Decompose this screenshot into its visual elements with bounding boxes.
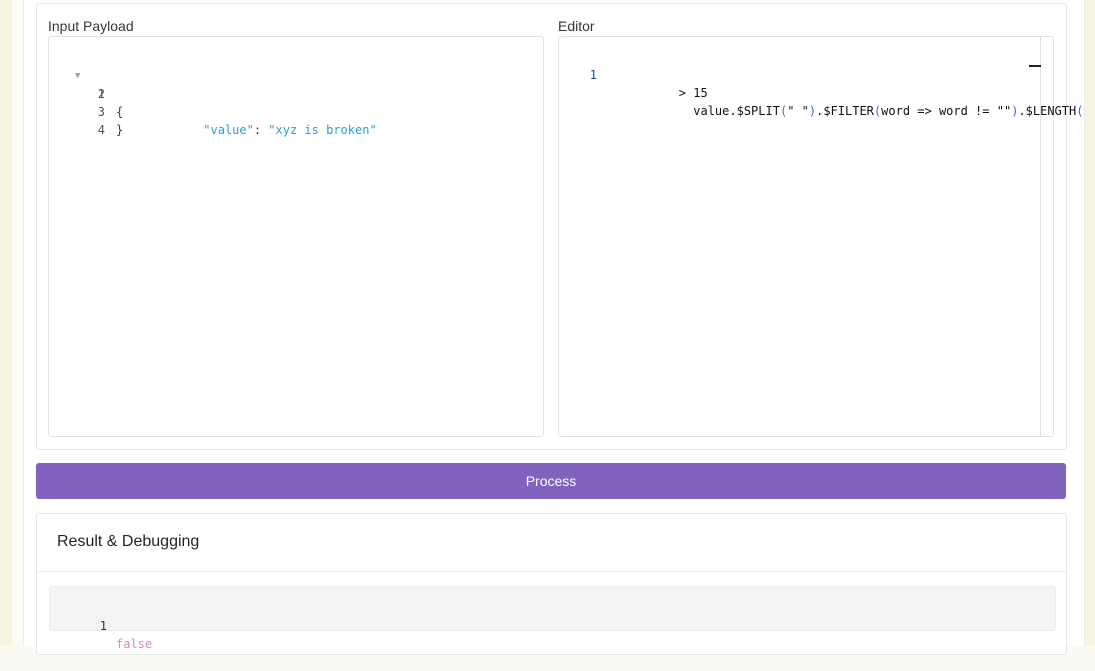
process-button[interactable]: Process — [36, 463, 1066, 499]
result-output: 1 false — [49, 586, 1056, 651]
close-brace: } — [116, 123, 124, 137]
code-line: 1 value.$SPLIT(" ").$FILTER(word => word… — [559, 48, 1091, 118]
result-card: Result & Debugging 1 false — [36, 513, 1067, 655]
code-line: 1 false — [50, 599, 152, 651]
cursor-marker — [1029, 65, 1041, 67]
left-background-strip — [0, 0, 12, 646]
code-line: 4 — [49, 103, 543, 137]
code-token: word => word != "" — [881, 104, 1012, 118]
input-payload-editor[interactable]: ▼ 1 { 2 "value": "xyz is broken" 3 } 4 — [48, 36, 544, 437]
code-line: 3 } — [49, 85, 543, 137]
line-number: 1 — [589, 68, 597, 82]
line-number: 4 — [97, 123, 105, 137]
code-line: ▼ 1 { — [49, 49, 543, 119]
code-line-wrap: > 15 — [621, 66, 708, 100]
right-background-strip — [1084, 0, 1095, 646]
expression-editor[interactable]: 1 value.$SPLIT(" ").$FILTER(word => word… — [558, 36, 1091, 437]
json-key: "value" — [203, 123, 254, 137]
json-value: "xyz is broken" — [268, 123, 377, 137]
code-token: .$FILTER — [816, 104, 874, 118]
editors-card: Input Payload ▼ 1 { 2 "value": "xyz is b… — [36, 3, 1091, 450]
code-line: 2 "value": "xyz is broken" — [49, 67, 543, 137]
code-token: > 15 — [678, 86, 708, 100]
divider — [37, 571, 1066, 572]
input-payload-label: Input Payload — [48, 18, 134, 34]
editor-label: Editor — [558, 18, 595, 34]
vertical-scrollbar[interactable] — [1029, 37, 1041, 436]
code-token: " " — [787, 104, 809, 118]
code-token: value.$SPLIT — [693, 104, 780, 118]
line-number: 1 — [99, 619, 107, 633]
json-colon: : — [253, 123, 262, 137]
main-panel: Input Payload ▼ 1 { 2 "value": "xyz is b… — [23, 0, 1091, 655]
result-value: false — [116, 637, 153, 651]
result-title: Result & Debugging — [57, 533, 200, 550]
code-token: .$LENGTH — [1018, 104, 1077, 118]
